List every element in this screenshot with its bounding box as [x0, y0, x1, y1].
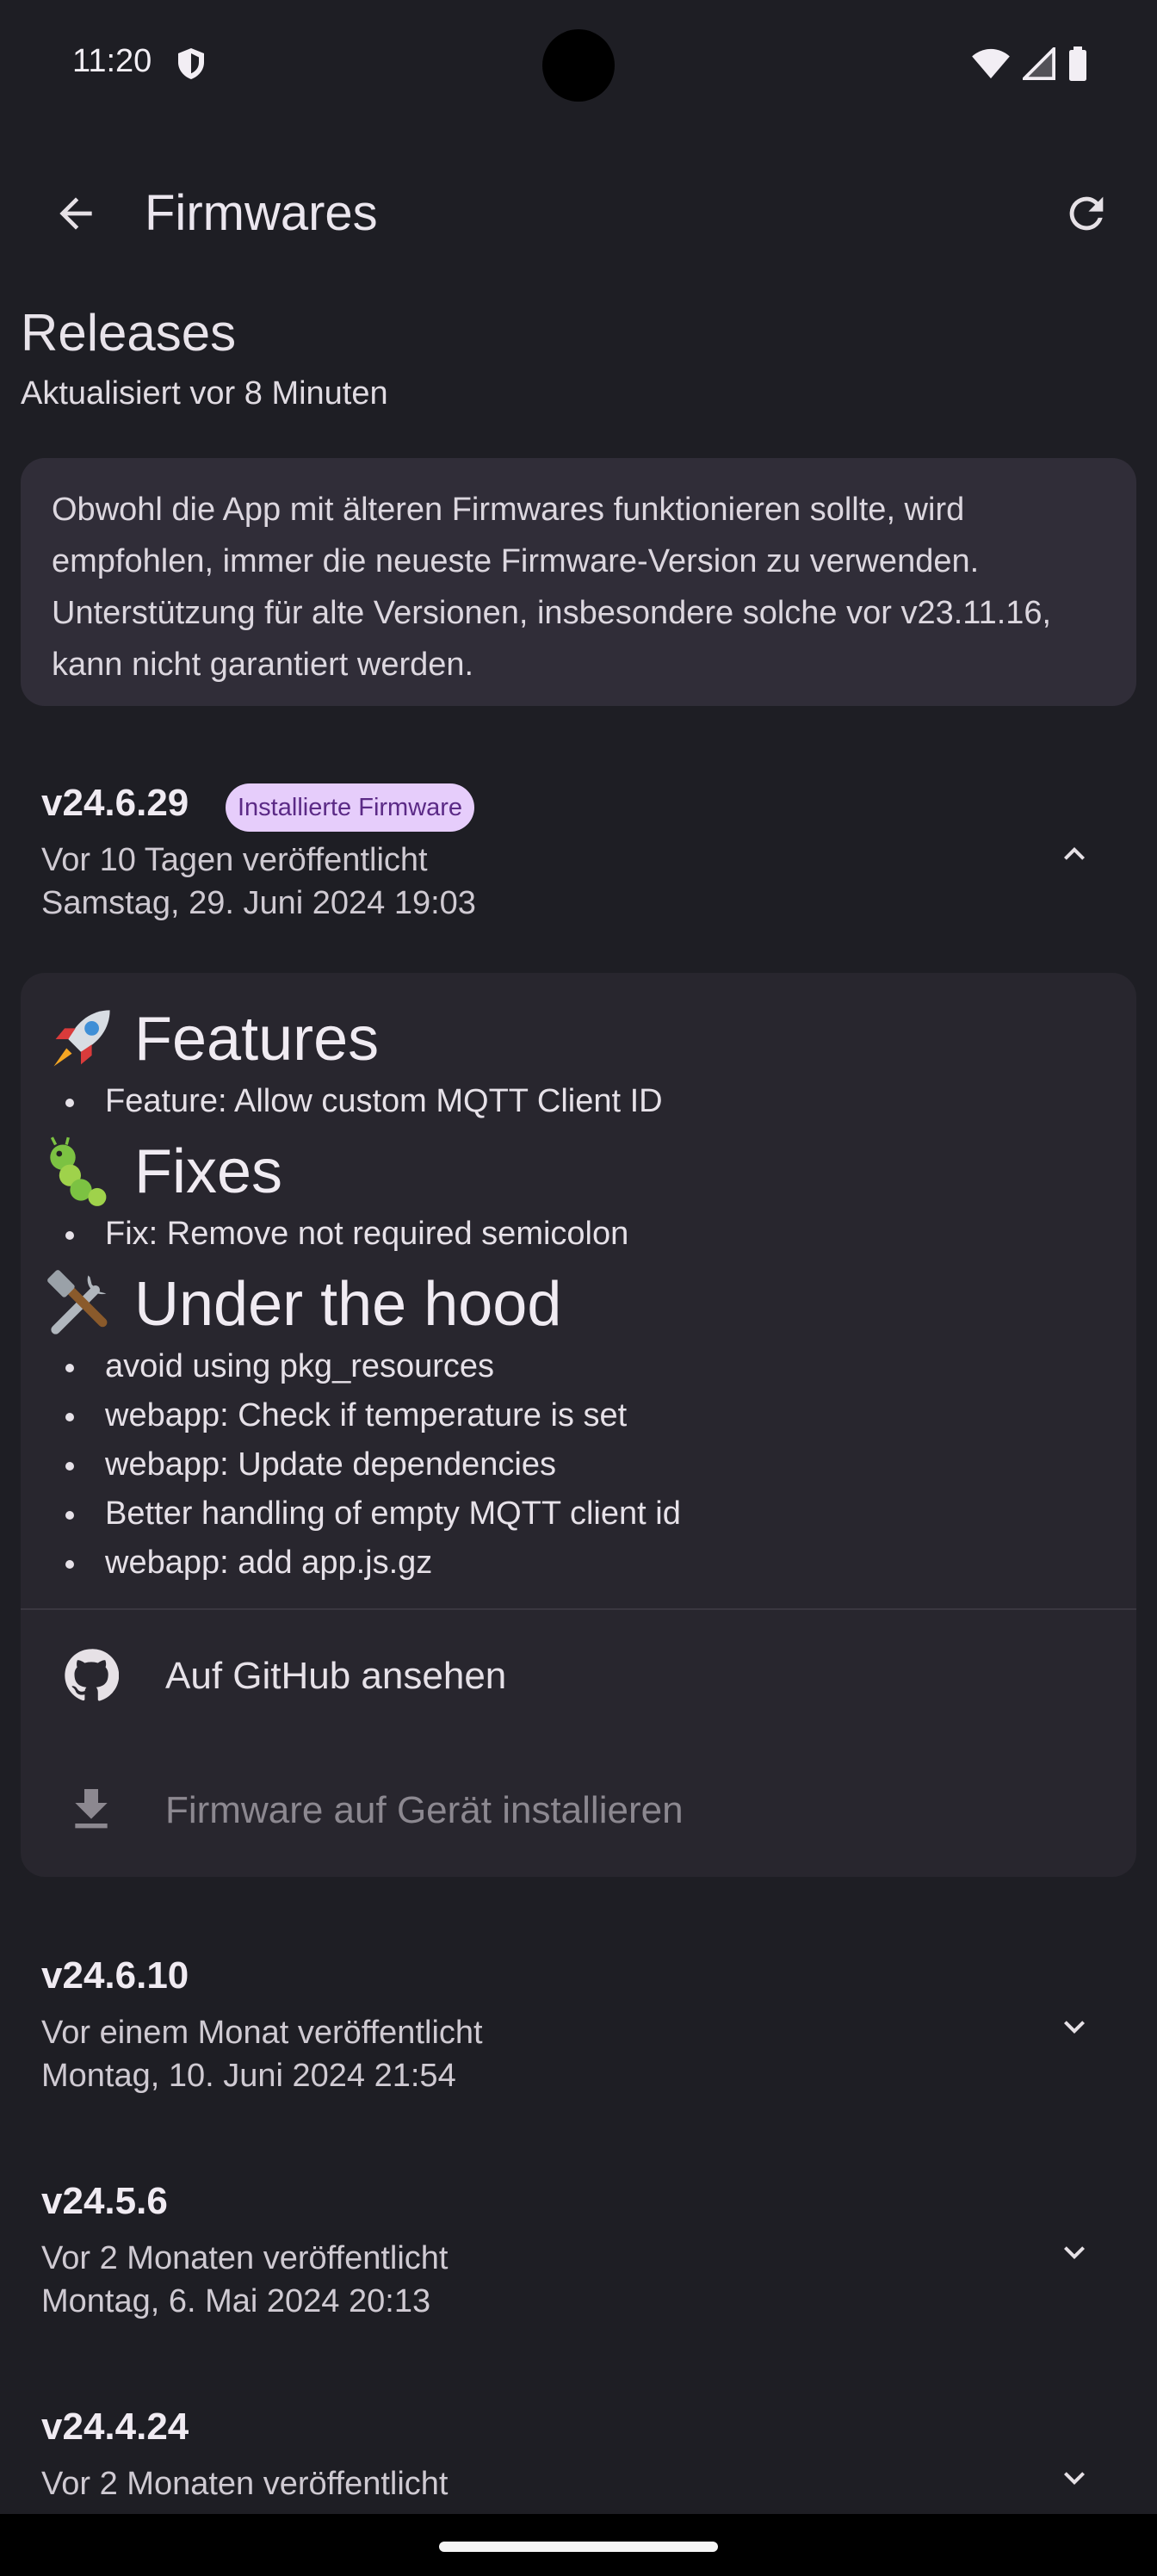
collapse-button[interactable]	[1047, 827, 1102, 882]
release-version: v24.6.29	[41, 782, 189, 824]
refresh-icon	[1069, 196, 1104, 231]
features-heading: Features	[45, 1000, 379, 1078]
github-label: Auf GitHub ansehen	[165, 1655, 507, 1697]
release-relative-date: Vor 2 Monaten veröffentlicht	[41, 2466, 449, 2502]
fixes-item: Fix: Remove not required semicolon	[105, 1216, 629, 1252]
section-title: Releases	[21, 304, 237, 362]
system-icons	[971, 46, 1088, 81]
hood-item: webapp: add app.js.gz	[105, 1545, 433, 1581]
features-title: Features	[134, 1005, 380, 1074]
hood-item: Better handling of empty MQTT client id	[105, 1495, 681, 1532]
under-the-hood-heading: Under the hood	[45, 1266, 561, 1343]
page-title: Firmwares	[145, 185, 378, 241]
back-button[interactable]	[45, 183, 107, 245]
last-updated-text: Aktualisiert vor 8 Minuten	[21, 375, 388, 412]
chevron-down-icon	[1064, 2246, 1085, 2259]
home-gesture-handle[interactable]	[439, 2542, 718, 2552]
release-date: Montag, 6. Mai 2024 20:13	[41, 2283, 431, 2319]
fixes-heading: Fixes	[45, 1133, 282, 1211]
chevron-down-icon	[1064, 2021, 1085, 2034]
cellular-signal-icon	[1023, 47, 1055, 80]
download-icon	[75, 1789, 108, 1829]
view-on-github-button[interactable]: Auf GitHub ansehen	[21, 1610, 1136, 1739]
hood-item: webapp: Update dependencies	[105, 1446, 556, 1483]
refresh-button[interactable]	[1054, 181, 1119, 246]
release-relative-date: Vor 10 Tagen veröffentlicht	[41, 842, 428, 878]
release-date: Montag, 10. Juni 2024 21:54	[41, 2058, 456, 2094]
hood-item: webapp: Check if temperature is set	[105, 1397, 628, 1434]
hood-item: avoid using pkg_resources	[105, 1348, 495, 1384]
rocket-icon	[53, 1010, 110, 1067]
release-header-v24-4-24[interactable]: v24.4.24 Vor 2 Monaten veröffentlicht	[0, 2406, 1157, 2514]
bullet	[65, 1364, 74, 1372]
expand-button[interactable]	[1047, 2225, 1102, 2280]
bullet	[65, 1462, 74, 1471]
bullet	[65, 1560, 74, 1569]
release-header-v24-5-6[interactable]: v24.5.6 Vor 2 Monaten veröffentlicht Mon…	[0, 2180, 1157, 2352]
features-item: Feature: Allow custom MQTT Client ID	[105, 1083, 663, 1119]
arrow-back-icon	[59, 197, 92, 230]
install-label: Firmware auf Gerät installieren	[165, 1789, 684, 1831]
release-relative-date: Vor einem Monat veröffentlicht	[41, 2015, 483, 2051]
release-header-v24-6-10[interactable]: v24.6.10 Vor einem Monat veröffentlicht …	[0, 1954, 1157, 2127]
chevron-up-icon	[1064, 847, 1085, 860]
bullet	[65, 1231, 74, 1240]
status-time: 11:20	[72, 43, 152, 79]
bullet	[65, 1099, 74, 1107]
release-date: Samstag, 29. Juni 2024 19:03	[41, 885, 476, 921]
release-header-v24-6-29[interactable]: v24.6.29 Installierte Firmware Vor 10 Ta…	[0, 782, 1157, 954]
under-the-hood-title: Under the hood	[134, 1270, 562, 1339]
install-firmware-button[interactable]: Firmware auf Gerät installieren	[21, 1744, 1136, 1873]
status-bar: 11:20	[0, 0, 1157, 129]
app-bar: Firmwares	[0, 164, 1157, 260]
fixes-title: Fixes	[134, 1137, 283, 1206]
bullet	[65, 1413, 74, 1421]
release-notes-card: Features Feature: Allow custom MQTT Clie…	[21, 973, 1136, 1877]
chevron-down-icon	[1064, 2472, 1085, 2485]
front-camera	[542, 29, 615, 102]
expand-button[interactable]	[1047, 2450, 1102, 2505]
caterpillar-icon	[50, 1136, 107, 1206]
installed-badge: Installierte Firmware	[226, 783, 475, 832]
battery-icon	[1069, 46, 1086, 81]
hammer-wrench-icon	[47, 1270, 108, 1334]
release-version: v24.4.24	[41, 2406, 189, 2448]
expand-button[interactable]	[1047, 1999, 1102, 2054]
bullet	[65, 1511, 74, 1520]
github-icon	[65, 1649, 119, 1701]
release-relative-date: Vor 2 Monaten veröffentlicht	[41, 2240, 449, 2276]
shield-icon	[178, 48, 204, 79]
wifi-icon	[972, 48, 1010, 79]
release-version: v24.6.10	[41, 1954, 189, 1997]
compatibility-notice: Obwohl die App mit älteren Firmwares fun…	[21, 458, 1136, 706]
release-version: v24.5.6	[41, 2180, 168, 2222]
